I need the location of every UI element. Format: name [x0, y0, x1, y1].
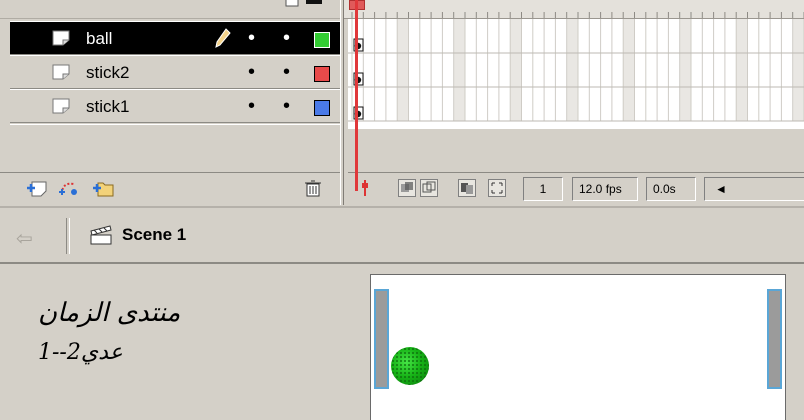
stick2-object[interactable] [767, 289, 782, 389]
trash-icon[interactable] [302, 178, 324, 198]
back-arrow-icon[interactable]: ⇦ [16, 226, 33, 251]
layers-header [0, 0, 344, 19]
layer-row-ball[interactable]: ball • • [10, 21, 344, 55]
frame-column-shade [453, 19, 465, 121]
layers-empty-area [10, 124, 344, 173]
outline-color-swatch[interactable] [314, 32, 330, 48]
elapsed-time-field: 0.0s [646, 177, 696, 201]
add-folder-icon[interactable] [92, 178, 114, 198]
timeline-status-bar: 1 12.0 fps 0.0s ◄ [348, 172, 804, 205]
timeline-scrollbar[interactable]: ◄ [704, 177, 804, 201]
frame-cells [348, 19, 804, 122]
scroll-left-arrow[interactable]: ◄ [715, 182, 727, 196]
scene-label[interactable]: Scene 1 [122, 225, 186, 245]
layer-icon [52, 64, 70, 80]
lock-toggle[interactable]: • [283, 96, 290, 116]
ruler-ticks [351, 12, 804, 18]
frame-column-shade [736, 19, 748, 121]
scene-icon [90, 225, 112, 245]
arabic-text-line2[interactable]: عدي2--1 [38, 340, 123, 365]
arabic-text-line1[interactable]: منتدى الزمان [38, 298, 180, 328]
show-hide-toggle[interactable]: • [248, 96, 255, 116]
timeline-layers-panel: ball • • stick2 • • stick1 • • [0, 0, 344, 205]
layer-name[interactable]: stick1 [86, 97, 129, 117]
onion-skin-icon[interactable] [398, 179, 416, 197]
center-frame-icon[interactable] [356, 179, 374, 197]
layer-name[interactable]: ball [86, 29, 112, 49]
edit-bar-separator [66, 218, 70, 254]
layer-name[interactable]: stick2 [86, 63, 129, 83]
stage[interactable] [370, 274, 786, 420]
lock-toggle[interactable]: • [283, 62, 290, 82]
frame-column-shade [397, 19, 409, 121]
layer-icon [52, 98, 70, 114]
frame-grid[interactable] [348, 19, 804, 129]
frame-column-shade [679, 19, 691, 121]
add-guide-layer-icon[interactable] [58, 178, 80, 198]
modify-markers-icon[interactable] [488, 179, 506, 197]
stick1-object[interactable] [374, 289, 389, 389]
outline-color-swatch[interactable] [314, 66, 330, 82]
edit-multiple-frames-icon[interactable] [458, 179, 476, 197]
layer-icon [52, 30, 70, 46]
onion-outline-icon[interactable] [420, 179, 438, 197]
frame-column-shade [792, 19, 804, 121]
frame-column-shade [623, 19, 635, 121]
outline-color-swatch[interactable] [314, 100, 330, 116]
current-frame-field: 1 [523, 177, 563, 201]
frame-ruler[interactable] [344, 0, 804, 19]
ball-object[interactable] [391, 347, 429, 385]
layer-controls [0, 172, 344, 205]
pencil-icon [215, 28, 231, 48]
add-layer-icon[interactable] [26, 178, 48, 198]
frame-column-shade [510, 19, 522, 121]
header-icons [285, 0, 322, 7]
show-hide-toggle[interactable]: • [248, 28, 255, 48]
edit-bar: ⇦ Scene 1 [0, 206, 804, 264]
frame-rate-field[interactable]: 12.0 fps [572, 177, 638, 201]
show-hide-toggle[interactable]: • [248, 62, 255, 82]
frame-column-shade [566, 19, 578, 121]
layer-row-stick1[interactable]: stick1 • • [10, 89, 344, 123]
timeline-frames-panel: 1 12.0 fps 0.0s ◄ [344, 0, 804, 205]
playhead[interactable] [355, 0, 358, 191]
frame-empty-area [348, 129, 804, 172]
layer-row-stick2[interactable]: stick2 • • [10, 55, 344, 89]
lock-toggle[interactable]: • [283, 28, 290, 48]
